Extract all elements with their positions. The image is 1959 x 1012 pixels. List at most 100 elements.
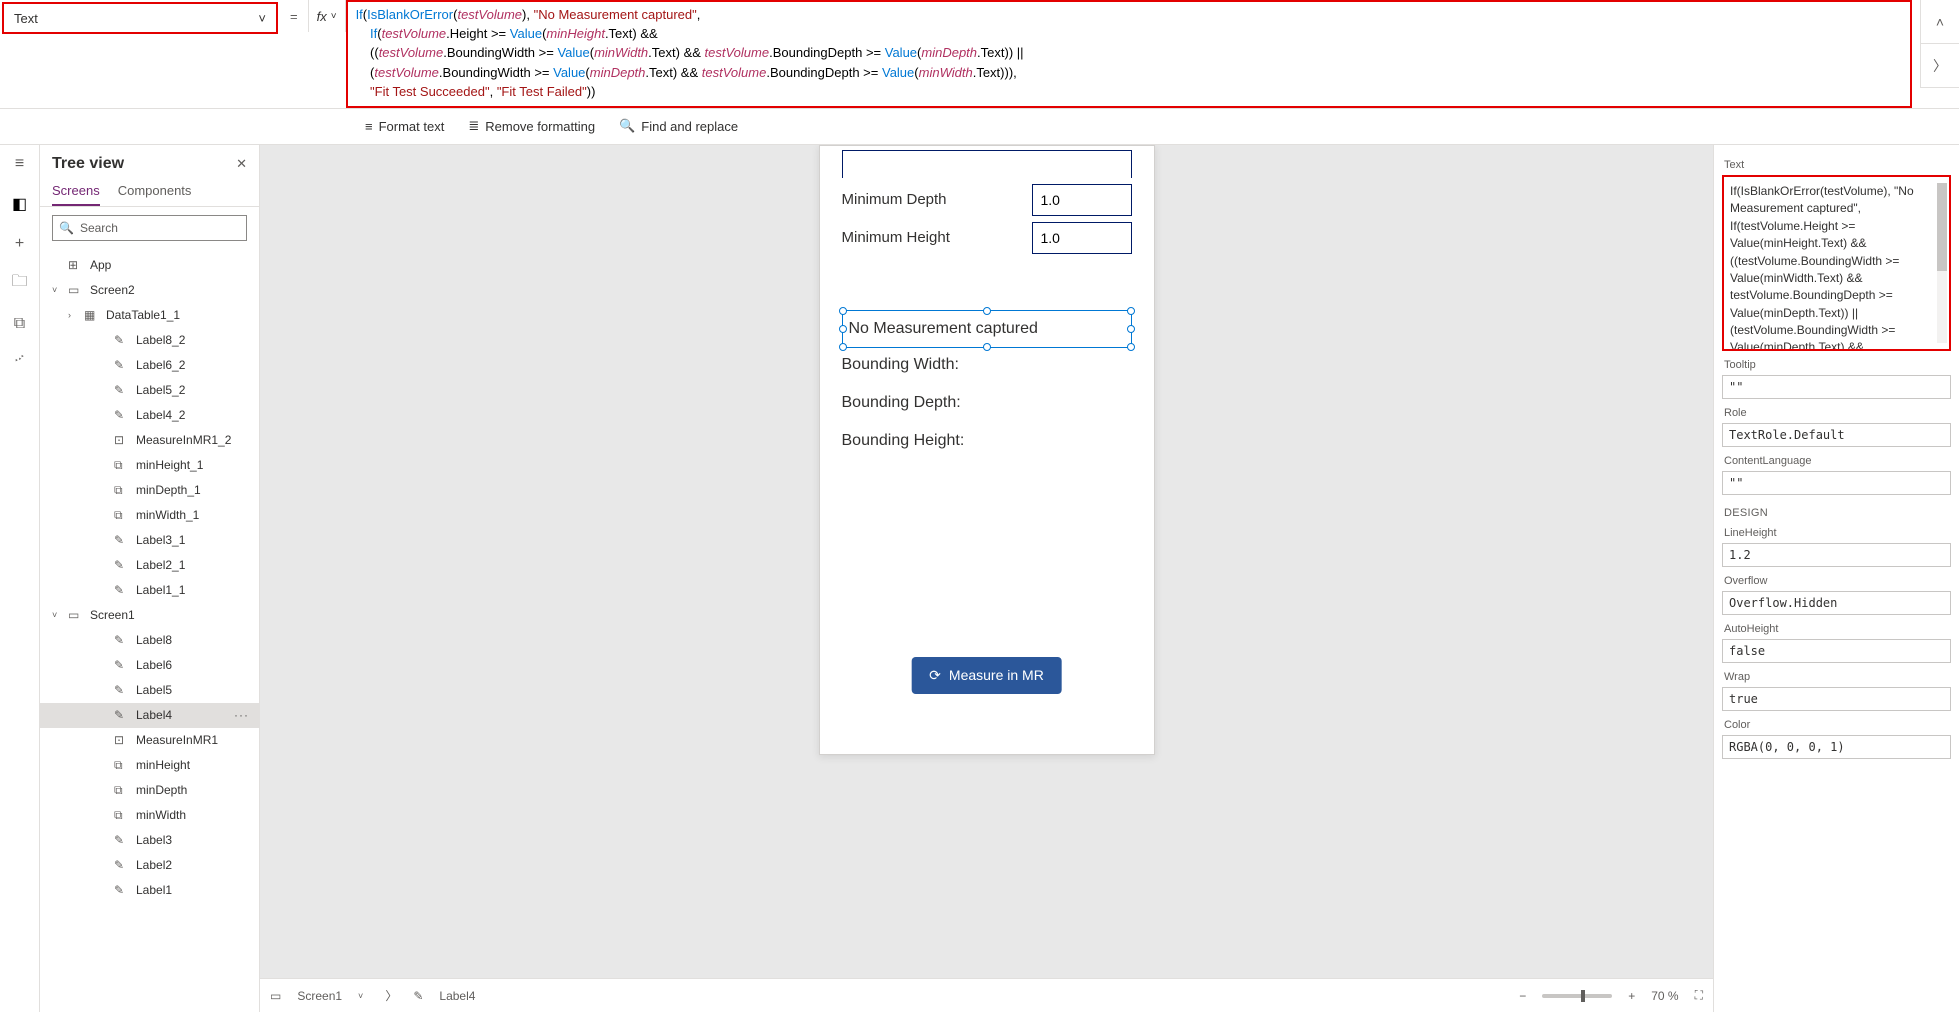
- tree-node-Label6[interactable]: ✎Label6: [40, 653, 259, 678]
- add-icon[interactable]: +: [11, 235, 29, 253]
- node-label: Label1: [136, 883, 172, 897]
- resize-handle[interactable]: [1127, 343, 1135, 351]
- slider-thumb[interactable]: [1581, 990, 1585, 1002]
- min-depth-input[interactable]: [1032, 184, 1132, 216]
- tree-node-Label5_2[interactable]: ✎Label5_2: [40, 378, 259, 403]
- tree-node-Label3[interactable]: ✎Label3: [40, 828, 259, 853]
- screen-breadcrumb-icon: ▭: [270, 989, 281, 1003]
- chevron-down-icon: ˅: [331, 11, 337, 22]
- selected-label-text: No Measurement captured: [849, 320, 1038, 338]
- node-label: Screen1: [90, 608, 135, 622]
- tree-node-MeasureInMR1[interactable]: ⊡MeasureInMR1: [40, 728, 259, 753]
- min-depth-label: Minimum Depth: [842, 191, 1032, 208]
- tree-node-Label6_2[interactable]: ✎Label6_2: [40, 353, 259, 378]
- selected-label-control[interactable]: No Measurement captured: [842, 310, 1132, 348]
- remove-formatting-button[interactable]: ≣Remove formatting: [468, 118, 595, 134]
- more-icon[interactable]: ···: [234, 708, 249, 722]
- node-type-icon: ✎: [114, 583, 130, 597]
- tree-node-Label5[interactable]: ✎Label5: [40, 678, 259, 703]
- tree-node-Label8[interactable]: ✎Label8: [40, 628, 259, 653]
- chevron-down-icon: ˅: [358, 991, 363, 1001]
- fit-icon[interactable]: ⛶: [1695, 988, 1703, 1003]
- node-label: Label4: [136, 708, 172, 722]
- canvas-footer: ▭ Screen1 ˅ 〉 ✎ Label4 − + 70 % ⛶: [260, 978, 1713, 1012]
- tree-node-DataTable1_1[interactable]: ›▦DataTable1_1: [40, 303, 259, 328]
- tree-node-Label2_1[interactable]: ✎Label2_1: [40, 553, 259, 578]
- format-text-button[interactable]: ≡Format text: [365, 119, 444, 134]
- layers-icon[interactable]: ◧: [11, 195, 29, 213]
- prop-lang-value[interactable]: "": [1722, 471, 1951, 495]
- tree-node-Screen2[interactable]: ˅▭Screen2: [40, 278, 259, 303]
- resize-handle[interactable]: [983, 343, 991, 351]
- tree-node-minWidth_1[interactable]: ⧉minWidth_1: [40, 503, 259, 528]
- zoom-slider[interactable]: [1542, 994, 1612, 998]
- prop-autoheight-value[interactable]: false: [1722, 639, 1951, 663]
- scrollbar[interactable]: [1937, 183, 1947, 343]
- tree-search-input[interactable]: 🔍 Search: [52, 215, 247, 241]
- control-breadcrumb[interactable]: Label4: [439, 989, 475, 1003]
- tree-node-Label8_2[interactable]: ✎Label8_2: [40, 328, 259, 353]
- resize-handle[interactable]: [839, 307, 847, 315]
- node-label: minDepth: [136, 783, 187, 797]
- tab-screens[interactable]: Screens: [52, 177, 100, 206]
- node-label: Label3_1: [136, 533, 185, 547]
- prop-tooltip-value[interactable]: "": [1722, 375, 1951, 399]
- prop-lineheight-value[interactable]: 1.2: [1722, 543, 1951, 567]
- node-label: minWidth_1: [136, 508, 199, 522]
- tree-node-MeasureInMR1_2[interactable]: ⊡MeasureInMR1_2: [40, 428, 259, 453]
- prop-lineheight-label: LineHeight: [1724, 527, 1949, 539]
- min-height-input[interactable]: [1032, 222, 1132, 254]
- media-icon[interactable]: ⧉: [11, 315, 29, 333]
- node-label: Label2: [136, 858, 172, 872]
- zoom-in-button[interactable]: +: [1628, 989, 1635, 1003]
- node-type-icon: ✎: [114, 833, 130, 847]
- fx-button[interactable]: fx ˅: [308, 0, 346, 32]
- tree-node-Label3_1[interactable]: ✎Label3_1: [40, 528, 259, 553]
- scrollbar-thumb[interactable]: [1937, 183, 1947, 271]
- tree-node-minDepth[interactable]: ⧉minDepth: [40, 778, 259, 803]
- find-replace-button[interactable]: 🔍Find and replace: [619, 118, 738, 134]
- tree-node-Label4_2[interactable]: ✎Label4_2: [40, 403, 259, 428]
- resize-handle[interactable]: [1127, 325, 1135, 333]
- zoom-out-button[interactable]: −: [1519, 989, 1526, 1003]
- hamburger-icon[interactable]: ≡: [11, 155, 29, 173]
- tree-node-minHeight_1[interactable]: ⧉minHeight_1: [40, 453, 259, 478]
- tree-node-Label2[interactable]: ✎Label2: [40, 853, 259, 878]
- tree-node-Label1[interactable]: ✎Label1: [40, 878, 259, 903]
- tools-icon[interactable]: ࿚: [11, 355, 29, 373]
- screen-breadcrumb[interactable]: Screen1: [297, 989, 342, 1003]
- tree-node-minWidth[interactable]: ⧉minWidth: [40, 803, 259, 828]
- tree-node-App[interactable]: ⊞App: [40, 253, 259, 278]
- resize-handle[interactable]: [1127, 307, 1135, 315]
- resize-handle[interactable]: [839, 325, 847, 333]
- close-icon[interactable]: ✕: [236, 156, 247, 172]
- tree-node-Label4[interactable]: ✎Label4···: [40, 703, 259, 728]
- tree-node-minDepth_1[interactable]: ⧉minDepth_1: [40, 478, 259, 503]
- prop-text-code: If(IsBlankOrError(testVolume), "No Measu…: [1730, 183, 1943, 351]
- expand-formula-button[interactable]: 〉: [1921, 44, 1959, 88]
- design-section-label: DESIGN: [1724, 507, 1949, 519]
- tree-node-Screen1[interactable]: ˅▭Screen1: [40, 603, 259, 628]
- prop-role-value[interactable]: TextRole.Default: [1722, 423, 1951, 447]
- prop-lang-label: ContentLanguage: [1724, 455, 1949, 467]
- node-type-icon: ⊡: [114, 733, 130, 747]
- prop-wrap-value[interactable]: true: [1722, 687, 1951, 711]
- bounding-width-label: Bounding Width:: [842, 356, 959, 374]
- property-dropdown[interactable]: Text ˅: [2, 2, 278, 34]
- formula-editor[interactable]: If(IsBlankOrError(testVolume), "No Measu…: [346, 0, 1912, 108]
- chevron-down-icon: ˅: [258, 11, 266, 26]
- resize-handle[interactable]: [983, 307, 991, 315]
- tree-node-minHeight[interactable]: ⧉minHeight: [40, 753, 259, 778]
- prop-overflow-value[interactable]: Overflow.Hidden: [1722, 591, 1951, 615]
- data-icon[interactable]: 🗀: [11, 275, 29, 293]
- formula-bar: Text ˅ = fx ˅ If(IsBlankOrError(testVolu…: [0, 0, 1959, 109]
- tree-node-Label1_1[interactable]: ✎Label1_1: [40, 578, 259, 603]
- node-label: Label5_2: [136, 383, 185, 397]
- prop-text-value[interactable]: If(IsBlankOrError(testVolume), "No Measu…: [1722, 175, 1951, 351]
- tab-components[interactable]: Components: [118, 177, 192, 206]
- measure-in-mr-button[interactable]: ⟳ Measure in MR: [911, 657, 1062, 694]
- prop-color-value[interactable]: RGBA(0, 0, 0, 1): [1722, 735, 1951, 759]
- resize-handle[interactable]: [839, 343, 847, 351]
- node-label: Label2_1: [136, 558, 185, 572]
- collapse-formula-button[interactable]: ˄: [1921, 0, 1959, 44]
